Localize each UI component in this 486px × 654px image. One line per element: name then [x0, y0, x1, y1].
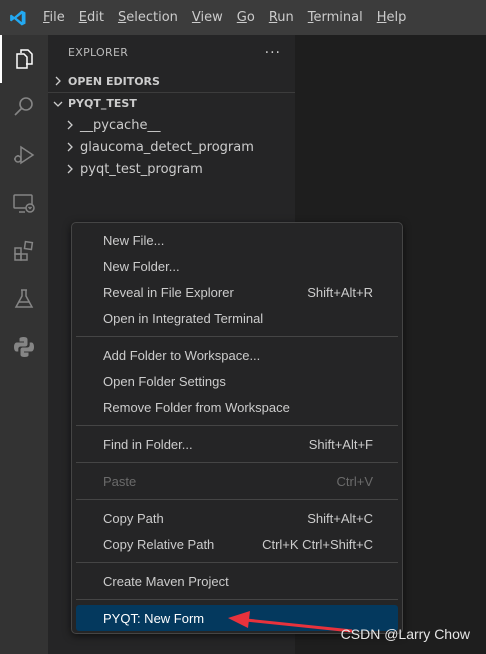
extensions-icon[interactable]	[0, 227, 48, 275]
tree-item-label: __pycache__	[80, 117, 161, 133]
run-debug-icon[interactable]	[0, 131, 48, 179]
chevron-down-icon	[48, 99, 68, 109]
chevron-right-icon	[60, 142, 80, 152]
menu-item-label: Open Folder Settings	[103, 373, 226, 389]
menu-item-label: PYQT: New Form	[103, 610, 205, 626]
more-actions-icon[interactable]: ···	[265, 45, 281, 61]
menu-item-create-maven-project[interactable]: Create Maven Project	[76, 568, 398, 594]
menu-file[interactable]: File	[36, 0, 72, 35]
menu-separator	[76, 562, 398, 563]
menu-item-open-in-terminal[interactable]: Open in Integrated Terminal	[76, 305, 398, 331]
tree-item-label: glaucoma_detect_program	[80, 139, 254, 155]
testing-icon[interactable]	[0, 275, 48, 323]
menu-item-label: Copy Path	[103, 510, 164, 526]
project-section[interactable]: PYQT_TEST	[48, 92, 295, 114]
tree-item-label: pyqt_test_program	[80, 161, 203, 177]
menu-item-shortcut: Shift+Alt+C	[307, 510, 373, 526]
menu-item-new-file[interactable]: New File...	[76, 227, 398, 253]
menu-item-shortcut: Ctrl+V	[336, 473, 373, 489]
menu-go[interactable]: Go	[230, 0, 262, 35]
chevron-right-icon	[60, 164, 80, 174]
menu-item-label: Open in Integrated Terminal	[103, 310, 264, 326]
menu-separator	[76, 499, 398, 500]
remote-explorer-icon[interactable]	[0, 179, 48, 227]
menu-item-shortcut: Ctrl+K Ctrl+Shift+C	[262, 536, 373, 552]
menu-item-label: Copy Relative Path	[103, 536, 215, 552]
menu-item-label: Reveal in File Explorer	[103, 284, 234, 300]
menu-item-add-folder-to-workspace[interactable]: Add Folder to Workspace...	[76, 342, 398, 368]
menu-item-reveal-in-file-explorer[interactable]: Reveal in File Explorer Shift+Alt+R	[76, 279, 398, 305]
menu-item-label: New File...	[103, 232, 165, 248]
explorer-title-bar: EXPLORER ···	[48, 35, 295, 70]
python-icon[interactable]	[0, 323, 48, 371]
tree-item-pycache[interactable]: __pycache__	[48, 114, 295, 136]
menu-separator	[76, 462, 398, 463]
menu-item-shortcut: Shift+Alt+R	[307, 284, 373, 300]
activity-bar	[0, 35, 48, 654]
explorer-title: EXPLORER	[68, 46, 129, 59]
menu-item-copy-path[interactable]: Copy Path Shift+Alt+C	[76, 505, 398, 531]
context-menu: New File... New Folder... Reveal in File…	[71, 222, 403, 634]
menu-item-label: Find in Folder...	[103, 436, 193, 452]
menu-view[interactable]: View	[185, 0, 230, 35]
menu-item-label: New Folder...	[103, 258, 180, 274]
menu-item-label: Remove Folder from Workspace	[103, 399, 290, 415]
chevron-right-icon	[48, 76, 68, 86]
menu-item-find-in-folder[interactable]: Find in Folder... Shift+Alt+F	[76, 431, 398, 457]
menu-separator	[76, 599, 398, 600]
menu-item-remove-folder[interactable]: Remove Folder from Workspace	[76, 394, 398, 420]
menu-help[interactable]: Help	[370, 0, 414, 35]
menu-item-label: Paste	[103, 473, 137, 489]
menu-item-open-folder-settings[interactable]: Open Folder Settings	[76, 368, 398, 394]
menu-selection[interactable]: Selection	[111, 0, 185, 35]
search-icon[interactable]	[0, 83, 48, 131]
menu-item-label: Create Maven Project	[103, 573, 229, 589]
explorer-icon[interactable]	[0, 35, 48, 83]
menu-bar: File Edit Selection View Go Run Terminal…	[0, 0, 486, 35]
open-editors-section[interactable]: OPEN EDITORS	[48, 70, 295, 92]
open-editors-label: OPEN EDITORS	[68, 74, 160, 88]
tree-item-glaucoma-detect-program[interactable]: glaucoma_detect_program	[48, 136, 295, 158]
menu-item-label: Add Folder to Workspace...	[103, 347, 261, 363]
menu-run[interactable]: Run	[262, 0, 301, 35]
menu-item-copy-relative-path[interactable]: Copy Relative Path Ctrl+K Ctrl+Shift+C	[76, 531, 398, 557]
menu-item-paste: Paste Ctrl+V	[76, 468, 398, 494]
menu-item-shortcut: Shift+Alt+F	[308, 436, 373, 452]
vscode-logo-icon	[0, 0, 36, 35]
menu-terminal[interactable]: Terminal	[301, 0, 370, 35]
menu-separator	[76, 425, 398, 426]
chevron-right-icon	[60, 120, 80, 130]
tree-item-pyqt-test-program[interactable]: pyqt_test_program	[48, 158, 295, 180]
watermark: CSDN @Larry Chow	[340, 626, 470, 642]
menu-separator	[76, 336, 398, 337]
menu-item-new-folder[interactable]: New Folder...	[76, 253, 398, 279]
menu-edit[interactable]: Edit	[72, 0, 111, 35]
project-label: PYQT_TEST	[68, 97, 137, 110]
